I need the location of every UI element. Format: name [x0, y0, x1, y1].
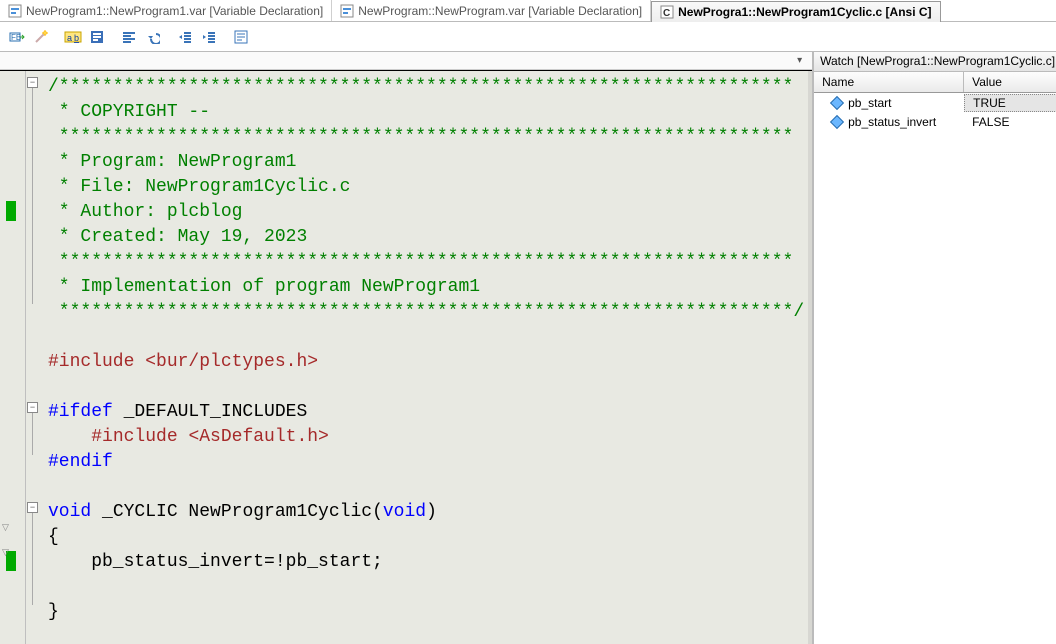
magic-wand-icon[interactable]	[30, 26, 52, 48]
tab-label: NewProgra1::NewProgram1Cyclic.c [Ansi C]	[678, 5, 931, 19]
var-file-icon	[340, 4, 354, 18]
code-editor-panel: ▾ ▽ ▽ − − − /***************************…	[0, 52, 814, 644]
editor-nav-bar: ▾	[0, 52, 812, 70]
watch-title: Watch [NewProgra1::NewProgram1Cyclic.c]	[814, 52, 1056, 72]
indent-icon[interactable]	[198, 26, 220, 48]
tab-label: NewProgram::NewProgram.var [Variable Dec…	[358, 4, 642, 18]
watch-col-name[interactable]: Name	[814, 72, 964, 92]
fold-toggle-icon[interactable]: −	[27, 77, 38, 88]
editor-tab[interactable]: NewProgram1::NewProgram1.var [Variable D…	[0, 0, 332, 21]
watch-col-value[interactable]: Value	[964, 72, 1056, 92]
tab-label: NewProgram1::NewProgram1.var [Variable D…	[26, 4, 323, 18]
note-icon[interactable]	[230, 26, 252, 48]
watch-columns-header: Name Value	[814, 72, 1056, 93]
fold-toggle-icon[interactable]: −	[27, 502, 38, 513]
editor-toolbar: FB ab	[0, 22, 1056, 52]
fold-toggle-icon[interactable]: −	[27, 402, 38, 413]
undo-icon[interactable]	[142, 26, 164, 48]
watch-row[interactable]: pb_startTRUE	[814, 93, 1056, 113]
editor-gutter: ▽ ▽	[0, 71, 26, 644]
align-left-icon[interactable]	[118, 26, 140, 48]
svg-text:C: C	[663, 8, 670, 19]
watch-var-value[interactable]: FALSE	[964, 114, 1056, 130]
outdent-icon[interactable]	[174, 26, 196, 48]
svg-text:a: a	[67, 33, 72, 43]
watch-row[interactable]: pb_status_invertFALSE	[814, 113, 1056, 131]
editor-tab[interactable]: NewProgram::NewProgram.var [Variable Dec…	[332, 0, 651, 21]
svg-text:b: b	[74, 33, 79, 43]
watch-var-value[interactable]: TRUE	[964, 94, 1056, 112]
vertical-scrollbar[interactable]	[808, 71, 812, 644]
var-file-icon	[8, 4, 22, 18]
watch-panel: Watch [NewProgra1::NewProgram1Cyclic.c] …	[814, 52, 1056, 644]
editor-tab[interactable]: C NewProgra1::NewProgram1Cyclic.c [Ansi C…	[651, 1, 940, 22]
c-file-icon: C	[660, 5, 674, 19]
watch-var-name: pb_start	[814, 95, 964, 111]
svg-text:FB: FB	[11, 33, 21, 42]
highlight-ab-icon[interactable]: ab	[62, 26, 84, 48]
variable-icon	[830, 96, 844, 110]
chevron-down-icon[interactable]: ▾	[793, 55, 806, 66]
fb-insert-icon[interactable]: FB	[6, 26, 28, 48]
fold-gutter: − − −	[26, 71, 40, 644]
code-area[interactable]: ▽ ▽ − − − /*****************************…	[0, 70, 812, 644]
watch-var-name: pb_status_invert	[814, 114, 964, 130]
variable-icon	[830, 115, 844, 129]
editor-tabs: NewProgram1::NewProgram1.var [Variable D…	[0, 0, 1056, 22]
source-code[interactable]: /***************************************…	[40, 71, 812, 644]
block-select-icon[interactable]	[86, 26, 108, 48]
